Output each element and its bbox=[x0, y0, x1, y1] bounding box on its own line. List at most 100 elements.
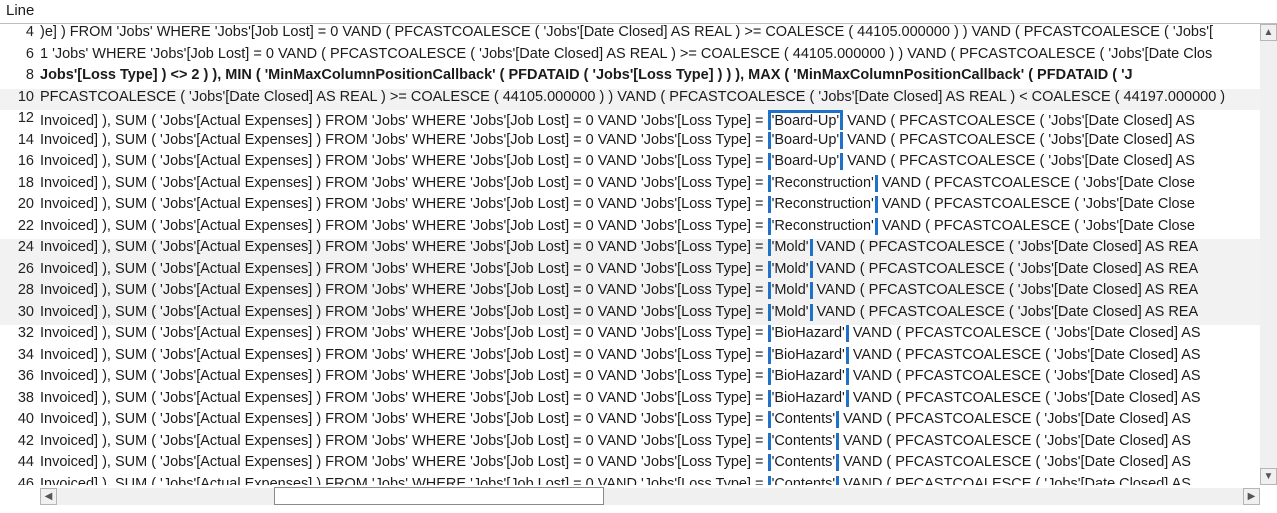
line-number: 4 bbox=[0, 24, 40, 40]
line-number: 36 bbox=[0, 368, 40, 384]
code-row[interactable]: 12Invoiced] ), SUM ( 'Jobs'[Actual Expen… bbox=[0, 110, 1260, 132]
scroll-down-button[interactable]: ▼ bbox=[1260, 468, 1277, 485]
line-number: 32 bbox=[0, 325, 40, 341]
code-text: Invoiced] ), SUM ( 'Jobs'[Actual Expense… bbox=[40, 347, 1260, 364]
highlight-token: 'Mold' bbox=[768, 261, 813, 278]
chevron-left-icon: ◀ bbox=[45, 491, 53, 502]
code-row[interactable]: 61 'Jobs' WHERE 'Jobs'[Job Lost] = 0 VAN… bbox=[0, 46, 1260, 68]
line-number: 16 bbox=[0, 153, 40, 169]
highlight-token: 'Board-Up' bbox=[768, 132, 844, 149]
highlight-token: 'BioHazard' bbox=[768, 325, 849, 342]
code-row[interactable]: 36Invoiced] ), SUM ( 'Jobs'[Actual Expen… bbox=[0, 368, 1260, 390]
highlight-token: 'Reconstruction' bbox=[768, 218, 878, 235]
chevron-up-icon: ▲ bbox=[1264, 27, 1274, 38]
code-text: PFCASTCOALESCE ( 'Jobs'[Date Closed] AS … bbox=[40, 89, 1260, 105]
code-row[interactable]: 4)e] ) FROM 'Jobs' WHERE 'Jobs'[Job Lost… bbox=[0, 24, 1260, 46]
line-number: 12 bbox=[0, 110, 40, 126]
vertical-scrollbar[interactable]: ▲ ▼ bbox=[1260, 24, 1277, 485]
code-row[interactable]: 32Invoiced] ), SUM ( 'Jobs'[Actual Expen… bbox=[0, 325, 1260, 347]
chevron-right-icon: ▶ bbox=[1248, 491, 1256, 502]
code-grid[interactable]: 4)e] ) FROM 'Jobs' WHERE 'Jobs'[Job Lost… bbox=[0, 24, 1260, 485]
code-text: )e] ) FROM 'Jobs' WHERE 'Jobs'[Job Lost]… bbox=[40, 24, 1260, 40]
highlight-token: 'Mold' bbox=[768, 282, 813, 299]
code-text: Jobs'[Loss Type] ) <> 2 ) ), MIN ( 'MinM… bbox=[40, 67, 1260, 83]
code-text: Invoiced] ), SUM ( 'Jobs'[Actual Expense… bbox=[40, 282, 1260, 299]
highlight-token: 'Contents' bbox=[768, 411, 840, 428]
line-number: 38 bbox=[0, 390, 40, 406]
code-row[interactable]: 16Invoiced] ), SUM ( 'Jobs'[Actual Expen… bbox=[0, 153, 1260, 175]
code-row[interactable]: 40Invoiced] ), SUM ( 'Jobs'[Actual Expen… bbox=[0, 411, 1260, 433]
line-number: 40 bbox=[0, 411, 40, 427]
code-text: Invoiced] ), SUM ( 'Jobs'[Actual Expense… bbox=[40, 239, 1260, 256]
highlight-token: 'Contents' bbox=[768, 476, 840, 486]
code-text: Invoiced] ), SUM ( 'Jobs'[Actual Expense… bbox=[40, 132, 1260, 149]
code-row[interactable]: 22Invoiced] ), SUM ( 'Jobs'[Actual Expen… bbox=[0, 218, 1260, 240]
code-row[interactable]: 8Jobs'[Loss Type] ) <> 2 ) ), MIN ( 'Min… bbox=[0, 67, 1260, 89]
search-input[interactable] bbox=[274, 487, 604, 505]
code-row[interactable]: 20Invoiced] ), SUM ( 'Jobs'[Actual Expen… bbox=[0, 196, 1260, 218]
code-row[interactable]: 14Invoiced] ), SUM ( 'Jobs'[Actual Expen… bbox=[0, 132, 1260, 154]
code-text: Invoiced] ), SUM ( 'Jobs'[Actual Expense… bbox=[40, 110, 1260, 130]
code-row[interactable]: 30Invoiced] ), SUM ( 'Jobs'[Actual Expen… bbox=[0, 304, 1260, 326]
chevron-down-icon: ▼ bbox=[1264, 471, 1274, 482]
code-text: Invoiced] ), SUM ( 'Jobs'[Actual Expense… bbox=[40, 368, 1260, 385]
code-text: Invoiced] ), SUM ( 'Jobs'[Actual Expense… bbox=[40, 175, 1260, 192]
line-number: 22 bbox=[0, 218, 40, 234]
column-header[interactable]: Line bbox=[0, 0, 1277, 24]
highlight-token: 'Board-Up' bbox=[768, 110, 844, 130]
line-number: 24 bbox=[0, 239, 40, 255]
line-number: 42 bbox=[0, 433, 40, 449]
highlight-token: 'Contents' bbox=[768, 433, 840, 450]
highlight-token: 'Reconstruction' bbox=[768, 196, 878, 213]
scroll-right-button[interactable]: ▶ bbox=[1243, 488, 1260, 505]
highlight-token: 'BioHazard' bbox=[768, 347, 849, 364]
highlight-token: 'Mold' bbox=[768, 239, 813, 256]
highlight-token: 'Board-Up' bbox=[768, 153, 844, 170]
horizontal-scrollbar[interactable]: ◀ ▶ bbox=[40, 488, 1260, 505]
code-text: Invoiced] ), SUM ( 'Jobs'[Actual Expense… bbox=[40, 411, 1260, 428]
highlight-token: 'Mold' bbox=[768, 304, 813, 321]
column-header-line: Line bbox=[6, 2, 34, 19]
code-text: Invoiced] ), SUM ( 'Jobs'[Actual Expense… bbox=[40, 390, 1260, 407]
line-number: 34 bbox=[0, 347, 40, 363]
line-number: 10 bbox=[0, 89, 40, 105]
code-row[interactable]: 46Invoiced] ). SUM ( 'Jobs'[Actual Expen… bbox=[0, 476, 1260, 486]
code-row[interactable]: 44Invoiced] ), SUM ( 'Jobs'[Actual Expen… bbox=[0, 454, 1260, 476]
code-row[interactable]: 26Invoiced] ), SUM ( 'Jobs'[Actual Expen… bbox=[0, 261, 1260, 283]
code-text: Invoiced] ), SUM ( 'Jobs'[Actual Expense… bbox=[40, 325, 1260, 342]
scroll-left-button[interactable]: ◀ bbox=[40, 488, 57, 505]
highlight-token: 'Contents' bbox=[768, 454, 840, 471]
code-text: Invoiced] ), SUM ( 'Jobs'[Actual Expense… bbox=[40, 454, 1260, 471]
code-text: Invoiced] ), SUM ( 'Jobs'[Actual Expense… bbox=[40, 261, 1260, 278]
line-number: 44 bbox=[0, 454, 40, 470]
line-number: 30 bbox=[0, 304, 40, 320]
line-number: 14 bbox=[0, 132, 40, 148]
code-text: 1 'Jobs' WHERE 'Jobs'[Job Lost] = 0 VAND… bbox=[40, 46, 1260, 62]
highlight-token: 'BioHazard' bbox=[768, 368, 849, 385]
code-row[interactable]: 38Invoiced] ), SUM ( 'Jobs'[Actual Expen… bbox=[0, 390, 1260, 412]
line-number: 26 bbox=[0, 261, 40, 277]
code-row[interactable]: 34Invoiced] ), SUM ( 'Jobs'[Actual Expen… bbox=[0, 347, 1260, 369]
highlight-token: 'BioHazard' bbox=[768, 390, 849, 407]
line-number: 46 bbox=[0, 476, 40, 486]
text-viewer-window: Line 4)e] ) FROM 'Jobs' WHERE 'Jobs'[Job… bbox=[0, 0, 1277, 513]
highlight-token: 'Reconstruction' bbox=[768, 175, 878, 192]
line-number: 20 bbox=[0, 196, 40, 212]
code-row[interactable]: 18Invoiced] ), SUM ( 'Jobs'[Actual Expen… bbox=[0, 175, 1260, 197]
line-number: 6 bbox=[0, 46, 40, 62]
code-text: Invoiced] ). SUM ( 'Jobs'[Actual Expense… bbox=[40, 476, 1260, 486]
code-text: Invoiced] ), SUM ( 'Jobs'[Actual Expense… bbox=[40, 218, 1260, 235]
code-row[interactable]: 28Invoiced] ), SUM ( 'Jobs'[Actual Expen… bbox=[0, 282, 1260, 304]
code-text: Invoiced] ), SUM ( 'Jobs'[Actual Expense… bbox=[40, 153, 1260, 170]
line-number: 28 bbox=[0, 282, 40, 298]
code-row[interactable]: 42Invoiced] ), SUM ( 'Jobs'[Actual Expen… bbox=[0, 433, 1260, 455]
line-number: 8 bbox=[0, 67, 40, 83]
line-number: 18 bbox=[0, 175, 40, 191]
scroll-up-button[interactable]: ▲ bbox=[1260, 24, 1277, 41]
horizontal-scroll-track[interactable] bbox=[57, 488, 1243, 505]
code-row[interactable]: 10PFCASTCOALESCE ( 'Jobs'[Date Closed] A… bbox=[0, 89, 1260, 111]
code-text: Invoiced] ), SUM ( 'Jobs'[Actual Expense… bbox=[40, 433, 1260, 450]
code-text: Invoiced] ), SUM ( 'Jobs'[Actual Expense… bbox=[40, 196, 1260, 213]
code-text: Invoiced] ), SUM ( 'Jobs'[Actual Expense… bbox=[40, 304, 1260, 321]
code-row[interactable]: 24Invoiced] ), SUM ( 'Jobs'[Actual Expen… bbox=[0, 239, 1260, 261]
